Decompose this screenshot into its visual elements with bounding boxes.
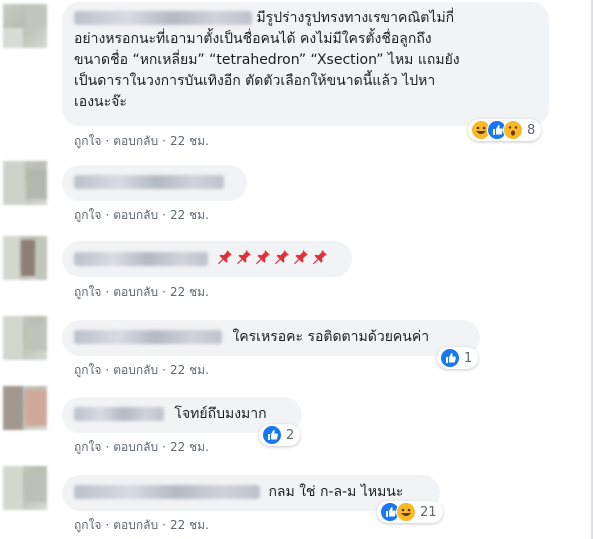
like-icon [262, 425, 282, 445]
comment-text: ใครเหรอคะ รอติดตามด้วยคนค่า [232, 329, 430, 345]
comment-2: ถูกใจ · ตอบกลับ · 22 ชม. [0, 155, 591, 230]
comment-actions: ถูกใจ · ตอบกลับ · 22 ชม. [74, 440, 209, 454]
comment-actions: ถูกใจ · ตอบกลับ · 22 ชม. [74, 208, 209, 222]
pushpin-icon [313, 250, 328, 265]
comment-actions: ถูกใจ · ตอบกลับ · 22 ชม. [74, 285, 209, 299]
reaction-summary[interactable]: 8 [468, 119, 542, 141]
avatar[interactable] [3, 4, 47, 48]
timestamp[interactable]: 22 ชม. [170, 134, 209, 148]
like-link[interactable]: ถูกใจ [74, 518, 101, 532]
reply-link[interactable]: ตอบกลับ [113, 208, 158, 222]
comment-text: โจทย์ถึบมงมาก [174, 406, 267, 422]
avatar[interactable] [3, 466, 47, 510]
comment-text: มีรูปร่างรูปทรงทางเรขาคณิตไม่กี่ อย่างหร… [74, 10, 460, 110]
like-link[interactable]: ถูกใจ [74, 440, 101, 454]
wow-icon [503, 120, 523, 140]
timestamp[interactable]: 22 ชม. [170, 440, 209, 454]
like-link[interactable]: ถูกใจ [74, 208, 101, 222]
pushpin-icon [218, 250, 233, 265]
timestamp[interactable]: 22 ชม. [170, 363, 209, 377]
comment-1: มีรูปร่างรูปทรงทางเรขาคณิตไม่กี่ อย่างหร… [0, 0, 591, 155]
author-name[interactable] [74, 175, 224, 189]
avatar[interactable] [3, 316, 47, 360]
reply-link[interactable]: ตอบกลับ [113, 134, 158, 148]
comment-actions: ถูกใจ · ตอบกลับ · 22 ชม. [74, 134, 209, 148]
author-name[interactable] [74, 11, 252, 25]
timestamp[interactable]: 22 ชม. [170, 285, 209, 299]
reaction-count: 8 [527, 122, 536, 138]
like-link[interactable]: ถูกใจ [74, 285, 101, 299]
reaction-count: 2 [286, 427, 295, 443]
avatar[interactable] [3, 161, 47, 205]
comment-6: กลม ใช่ ก-ล-ม ไหมนะ 21 ถูกใจ · ตอบกลับ · 22 … [0, 460, 591, 539]
comment-5: โจทย์ถึบมงมาก 2 ถูกใจ · ตอบกลับ · 22 ชม. [0, 380, 591, 460]
comment-4: ใครเหรอคะ รอติดตามด้วยคนค่า 1 ถูกใจ · ตอบก… [0, 310, 591, 380]
reply-link[interactable]: ตอบกลับ [113, 285, 158, 299]
timestamp[interactable]: 22 ชม. [170, 208, 209, 222]
avatar[interactable] [3, 236, 47, 280]
reply-link[interactable]: ตอบกลับ [113, 440, 158, 454]
reply-link[interactable]: ตอบกลับ [113, 363, 158, 377]
comment-bubble [62, 165, 247, 201]
reaction-count: 1 [464, 350, 473, 366]
pushpin-icon [256, 250, 271, 265]
reply-link[interactable]: ตอบกลับ [113, 518, 158, 532]
comment-bubble [62, 241, 352, 277]
author-name[interactable] [74, 407, 164, 421]
pushpin-icon [294, 250, 309, 265]
reaction-summary[interactable]: 1 [437, 347, 479, 369]
comment-text: กลม ใช่ ก-ล-ม ไหมนะ [268, 484, 404, 500]
avatar[interactable] [3, 386, 47, 430]
pushpin-icon [237, 250, 252, 265]
comment-actions: ถูกใจ · ตอบกลับ · 22 ชม. [74, 518, 209, 532]
pushpin-icon [275, 250, 290, 265]
timestamp[interactable]: 22 ชม. [170, 518, 209, 532]
reaction-summary[interactable]: 21 [377, 501, 443, 523]
reaction-summary[interactable]: 2 [259, 424, 301, 446]
author-name[interactable] [74, 485, 260, 499]
like-link[interactable]: ถูกใจ [74, 363, 101, 377]
comment-3: ถูกใจ · ตอบกลับ · 22 ชม. [0, 230, 591, 310]
like-link[interactable]: ถูกใจ [74, 134, 101, 148]
comment-actions: ถูกใจ · ตอบกลับ · 22 ชม. [74, 363, 209, 377]
like-icon [440, 348, 460, 368]
haha-icon [396, 502, 416, 522]
reaction-count: 21 [420, 504, 437, 520]
comment-bubble: มีรูปร่างรูปทรงทางเรขาคณิตไม่กี่ อย่างหร… [62, 2, 549, 126]
author-name[interactable] [74, 330, 222, 344]
comment-text [216, 250, 330, 267]
author-name[interactable] [74, 252, 208, 266]
comment-bubble: ใครเหรอคะ รอติดตามด้วยคนค่า [62, 320, 480, 356]
